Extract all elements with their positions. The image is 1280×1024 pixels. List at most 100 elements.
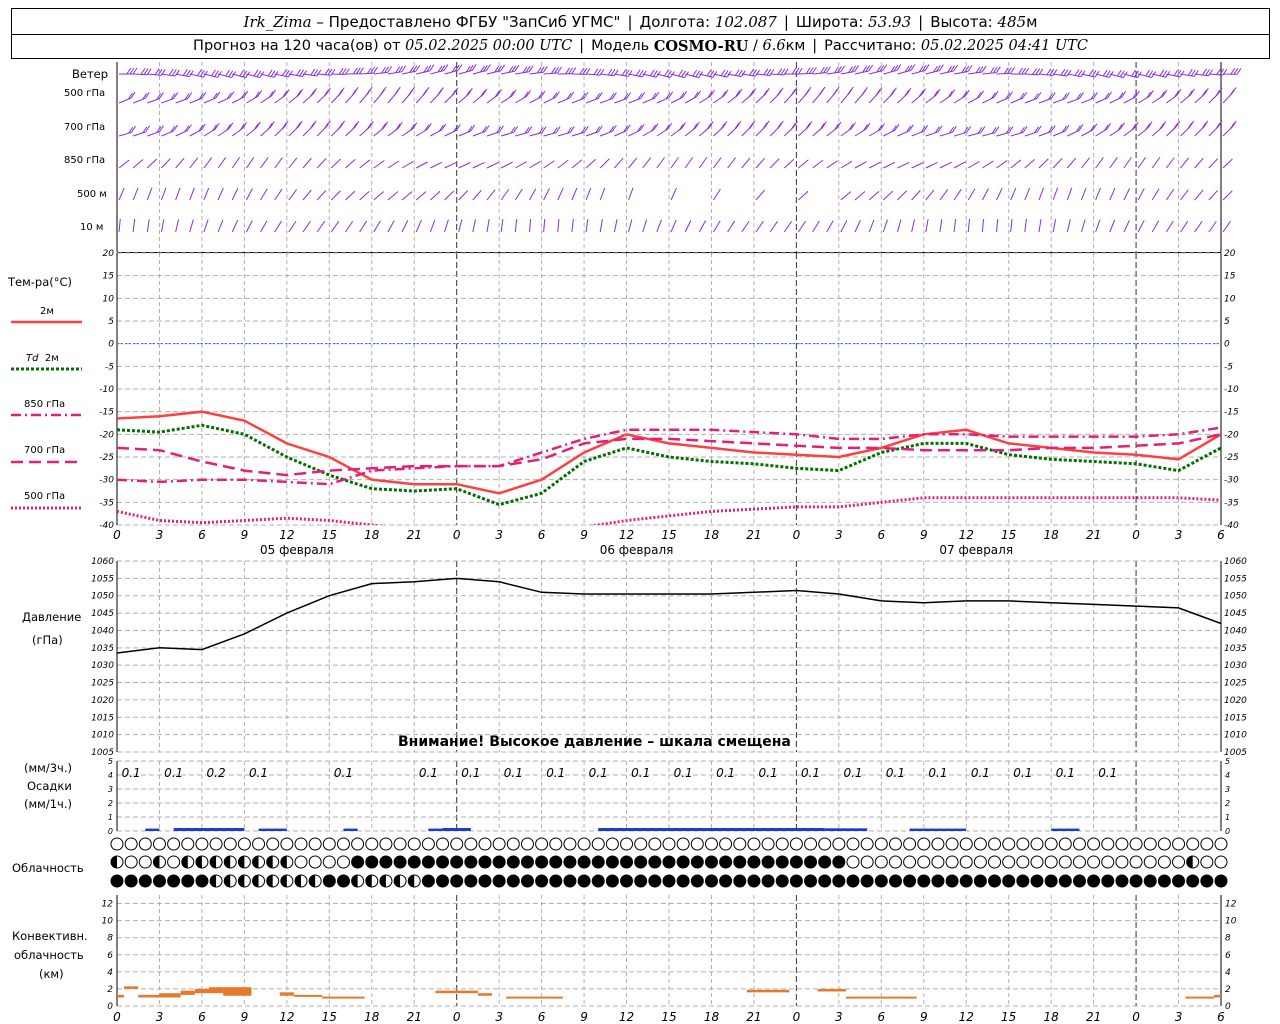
wind-barb-feather [1231, 120, 1237, 128]
wind-barb-feather [635, 69, 641, 76]
wind-barb [1137, 220, 1145, 233]
precip-value-label: 0.1 [631, 766, 650, 780]
wind-barb [1095, 91, 1112, 104]
wind-barb [741, 157, 751, 169]
wind-barb-shaft [1024, 97, 1038, 104]
wind-barb-shaft [967, 219, 970, 233]
wind-barb [1180, 220, 1189, 233]
wind-barb-feather [737, 69, 743, 77]
wind-barb-shaft [189, 97, 203, 104]
wind-barb [656, 91, 674, 104]
wind-barb [670, 90, 688, 104]
cloud-circle [789, 855, 803, 869]
precip-bar [1051, 828, 1080, 831]
wind-barb-feather [1173, 69, 1179, 76]
wind-barb-shaft [146, 187, 153, 201]
precip-bar [442, 828, 471, 831]
wind-barb [699, 89, 715, 104]
wind-barb-feather [1215, 89, 1221, 97]
wind-barb-feather [804, 89, 810, 96]
wind-barb-feather [904, 89, 910, 97]
wind-barb-shaft [401, 161, 414, 169]
cloud-circle [761, 874, 775, 888]
cloud-symbol [365, 874, 379, 888]
wind-barb [373, 66, 393, 75]
wind-barb [1010, 187, 1017, 201]
wind-label: Ветер [72, 67, 109, 81]
wind-barb-shaft [1066, 219, 1071, 233]
temp-xtick: 21 [407, 528, 422, 542]
conv-xtick: 9 [920, 1010, 928, 1024]
cloud-symbol [704, 855, 718, 869]
cloud-symbol [1016, 855, 1030, 869]
wind-barb [1165, 188, 1175, 201]
precip-value-label: 0.1 [759, 766, 778, 780]
wind-barb-shaft [769, 221, 778, 233]
wind-barb [316, 158, 327, 169]
conv-bar [209, 987, 224, 994]
wind-barb [1180, 157, 1190, 169]
wind-barb [1024, 219, 1027, 233]
cloud-circle [775, 855, 789, 869]
wind-barb [783, 87, 798, 104]
wind-barb [288, 120, 303, 137]
wind-barb [967, 161, 980, 169]
wind-barb [274, 157, 283, 169]
wind-barb [260, 188, 268, 201]
day-label: 05 февраля [260, 543, 334, 557]
cloud-symbol [775, 837, 789, 851]
wind-barb [628, 123, 645, 137]
cloud-symbol [931, 855, 945, 869]
cloud-symbol [704, 837, 718, 851]
cloud-symbol [860, 837, 874, 851]
day-label: 07 февраля [939, 543, 1013, 557]
wind-barb [1194, 221, 1203, 233]
conv-bar [506, 996, 563, 999]
pres-ytick-right: 1035 [1224, 644, 1247, 654]
wind-barb [1208, 158, 1219, 169]
wind-barb-shaft [557, 159, 569, 169]
cloud-circle [591, 855, 605, 869]
cloud-circle [421, 837, 435, 851]
cloud-circle [152, 837, 166, 851]
wind-barb [1095, 187, 1101, 201]
cloud-circle [1129, 837, 1143, 851]
cloud-circle [1072, 837, 1086, 851]
wind-barb-feather [281, 122, 287, 130]
wind-barb [840, 220, 848, 233]
conv-xtick: 0 [793, 1010, 801, 1024]
cloud-half [365, 875, 372, 887]
precip-bar [909, 828, 967, 831]
wind-barb-feather [597, 125, 603, 133]
cloud-symbol [138, 855, 152, 869]
cloud-symbol [577, 874, 591, 888]
wind-barb-feather [1203, 120, 1209, 128]
precip-value-label: 0.1 [589, 766, 608, 780]
cloud-symbol [818, 855, 832, 869]
wind-barb-shaft [175, 187, 181, 201]
wind-barb [500, 161, 513, 169]
wind-barb-shaft [132, 159, 144, 169]
cloud-circle [690, 855, 704, 869]
cloud-symbol [577, 855, 591, 869]
wind-barb-shaft [231, 188, 239, 201]
wind-barb-shaft [939, 219, 943, 233]
wind-barb-feather [239, 69, 245, 77]
wind-barb-shaft [826, 71, 841, 75]
wind-barb-shaft [656, 219, 662, 233]
wind-barb [189, 187, 195, 201]
wind-barb [500, 219, 504, 233]
cloud-circle [804, 874, 818, 888]
pres-ytick-left: 1055 [91, 574, 114, 584]
wind-barb [896, 219, 902, 233]
wind-barb [571, 187, 578, 201]
cloud-symbol [478, 874, 492, 888]
wind-barb-shaft [599, 158, 610, 169]
wind-barb [1038, 187, 1045, 201]
wind-barb-shaft [854, 191, 866, 201]
day-label: 06 февраля [600, 543, 674, 557]
wind-barb-shaft [529, 71, 544, 75]
wind-barb-feather [1119, 70, 1125, 78]
wind-barb-shaft [1208, 221, 1217, 233]
wind-barb [713, 120, 728, 137]
